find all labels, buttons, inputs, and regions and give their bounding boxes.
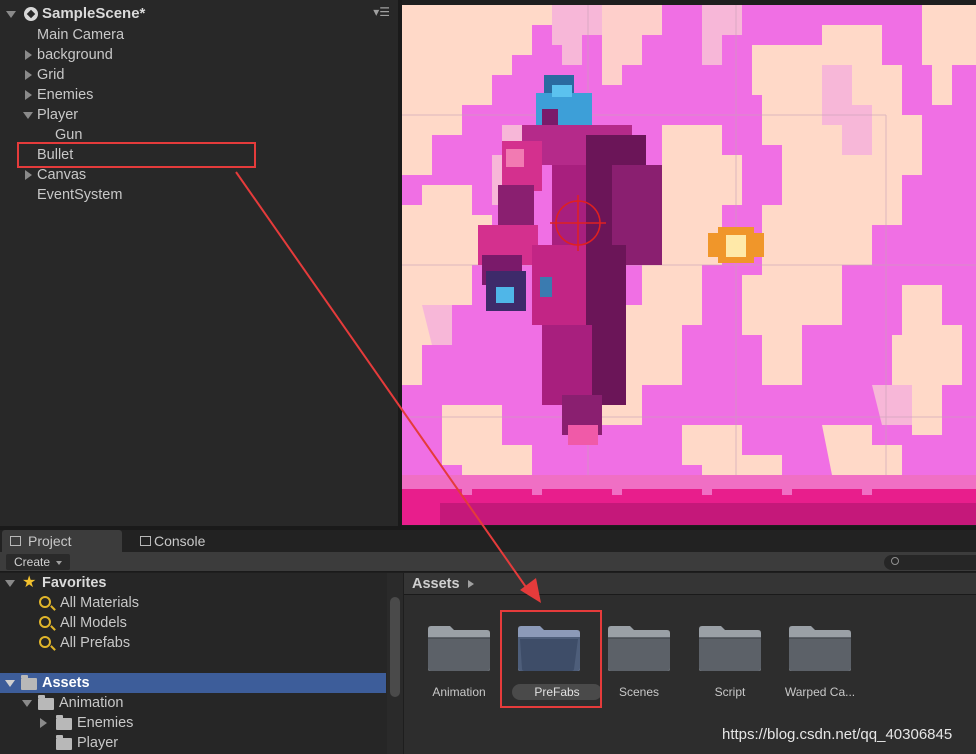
- asset-folder[interactable]: Scenes: [594, 615, 684, 705]
- console-tab-icon: [140, 536, 151, 546]
- tree-item-assets[interactable]: Assets: [0, 673, 386, 693]
- asset-folder-label: Animation: [432, 685, 486, 699]
- breadcrumb: Assets: [404, 573, 976, 595]
- scene-view[interactable]: [402, 5, 976, 525]
- assets-fold-arrow-icon[interactable]: [5, 680, 15, 687]
- create-button-label: Create: [14, 555, 51, 569]
- asset-folder-label: Script: [714, 685, 746, 699]
- folder-icon: [428, 626, 490, 671]
- asset-folder[interactable]: Animation: [414, 615, 504, 705]
- asset-folder-label: Scenes: [618, 685, 660, 699]
- scene-fold-arrow-icon[interactable]: [6, 11, 16, 18]
- folder-icon: [56, 735, 72, 750]
- hierarchy-item-background[interactable]: background: [37, 45, 113, 65]
- tree-item-animation[interactable]: Animation: [59, 693, 123, 713]
- watermark: https://blog.csdn.net/qq_40306845: [722, 726, 953, 743]
- expand-arrow-icon[interactable]: [25, 170, 32, 180]
- tab-project[interactable]: Project: [2, 530, 122, 552]
- tab-console[interactable]: Console: [138, 530, 258, 552]
- hierarchy-item-grid[interactable]: Grid: [37, 65, 64, 85]
- expand-arrow-icon[interactable]: [22, 700, 32, 707]
- search-input[interactable]: [884, 555, 976, 570]
- breadcrumb-arrow-icon: [468, 580, 474, 588]
- favorites-label[interactable]: Favorites: [42, 573, 106, 593]
- hierarchy-menu-icon[interactable]: ▾☰: [373, 5, 390, 19]
- create-button[interactable]: Create: [6, 554, 71, 570]
- favorite-item[interactable]: All Materials: [60, 593, 139, 613]
- prefabs-highlight-box: [500, 610, 602, 708]
- search-filter-icon: [39, 596, 51, 608]
- tree-item-enemies[interactable]: Enemies: [77, 713, 133, 733]
- hierarchy-item-canvas[interactable]: Canvas: [37, 165, 86, 185]
- dropdown-arrow-icon: [56, 560, 63, 565]
- folder-tab-icon: [10, 536, 21, 546]
- folder-icon: [56, 715, 72, 730]
- search-icon: [891, 557, 899, 565]
- folder-icon: [789, 626, 851, 671]
- expand-arrow-icon[interactable]: [25, 50, 32, 60]
- hierarchy-item-player[interactable]: Player: [37, 105, 78, 125]
- expand-arrow-icon[interactable]: [40, 718, 47, 728]
- assets-label: Assets: [42, 675, 90, 691]
- hierarchy-panel: SampleScene* ▾☰ Main Camera background Gri…: [0, 0, 398, 526]
- folder-icon: [38, 695, 54, 710]
- folder-icon: [699, 626, 761, 671]
- hierarchy-item-eventsystem[interactable]: EventSystem: [37, 185, 122, 205]
- expand-arrow-icon[interactable]: [25, 70, 32, 80]
- hierarchy-scene-header[interactable]: SampleScene* ▾☰: [0, 3, 398, 25]
- search-filter-icon: [39, 636, 51, 648]
- expand-arrow-icon[interactable]: [23, 112, 33, 119]
- project-tree: ★ Favorites All Materials All Models All P…: [0, 573, 387, 754]
- star-icon: ★: [22, 574, 37, 591]
- unity-scene-icon: [24, 7, 38, 21]
- search-filter-icon: [39, 616, 51, 628]
- favorite-item[interactable]: All Prefabs: [60, 633, 130, 653]
- tree-scrollbar[interactable]: [387, 573, 403, 754]
- hierarchy-item-main-camera[interactable]: Main Camera: [37, 25, 124, 45]
- favorites-fold-arrow-icon[interactable]: [5, 580, 15, 587]
- bullet-highlight-box: [17, 142, 256, 168]
- asset-folder[interactable]: Warped Ca...: [775, 615, 865, 705]
- asset-folder[interactable]: Script: [685, 615, 775, 705]
- expand-arrow-icon[interactable]: [25, 90, 32, 100]
- hierarchy-item-enemies[interactable]: Enemies: [37, 85, 93, 105]
- tab-console-label: Console: [154, 533, 206, 549]
- asset-folder-label: Warped Ca...: [784, 685, 856, 699]
- scene-canvas: [402, 5, 976, 525]
- project-toolbar: Create: [0, 552, 976, 572]
- tree-scrollbar-thumb[interactable]: [390, 597, 400, 697]
- folder-icon: [608, 626, 670, 671]
- bottom-tab-bar: Project Console: [0, 530, 976, 552]
- favorite-item[interactable]: All Models: [60, 613, 127, 633]
- breadcrumb-assets[interactable]: Assets: [412, 576, 460, 592]
- tab-project-label: Project: [28, 533, 72, 549]
- tree-item-player[interactable]: Player: [77, 733, 118, 753]
- scene-title: SampleScene*: [42, 5, 146, 22]
- folder-icon: [21, 675, 37, 690]
